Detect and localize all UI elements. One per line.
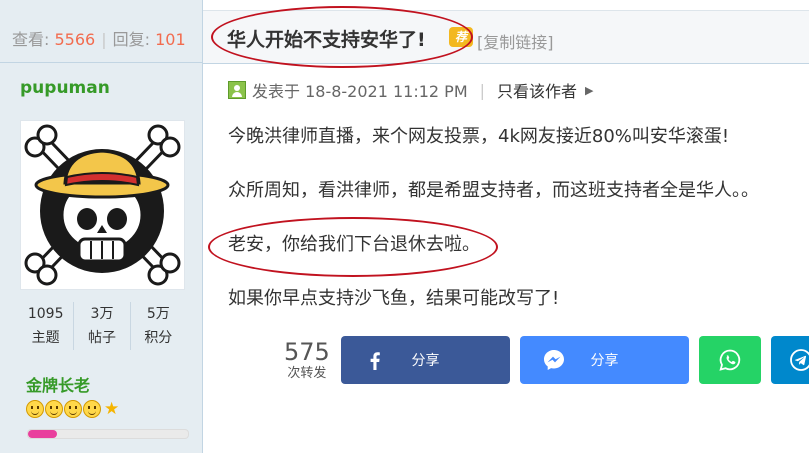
telegram-share-button[interactable] <box>771 336 809 384</box>
star-level-icon: ★ <box>104 399 120 419</box>
views-label: 查看: <box>12 30 50 49</box>
share-count-label: 次转发 <box>287 366 327 381</box>
post-body: 今晚洪律师直播，来个网友投票，4k网友接近80%叫安华滚蛋! 众所周知，看洪律师… <box>228 124 803 312</box>
copy-link-button[interactable]: [复制链接] <box>477 29 554 53</box>
whatsapp-share-button[interactable] <box>699 336 761 384</box>
avatar[interactable] <box>20 120 185 290</box>
divider: | <box>101 30 107 49</box>
smiley-level-icon <box>83 400 101 418</box>
replies-label: 回复: <box>112 30 151 49</box>
post-date: 发表于 18-8-2021 11:12 PM <box>252 82 468 101</box>
author-only-link[interactable]: 只看该作者 <box>497 78 577 102</box>
stat-value: 5万 <box>146 306 170 322</box>
smiley-level-icon <box>45 400 63 418</box>
smiley-level-icon <box>64 400 82 418</box>
stat-posts[interactable]: 3万 帖子 <box>73 302 129 350</box>
stat-label: 积分 <box>144 330 173 346</box>
messenger-icon <box>542 348 566 376</box>
chevron-right-icon: ▶ <box>585 83 594 97</box>
author-name[interactable]: pupuman <box>20 78 110 98</box>
smiley-level-icon <box>26 400 44 418</box>
author-stats: 1095 主题 3万 帖子 5万 积分 <box>18 302 186 350</box>
replies-count: 101 <box>155 30 186 49</box>
user-rank: 金牌长老 <box>26 376 91 395</box>
facebook-icon <box>363 348 387 376</box>
post-paragraph: 众所周知，看洪律师，都是希盟支持者，而这班支持者全是华人。。 <box>228 180 759 201</box>
level-progress-fill <box>28 430 57 438</box>
post-meta: 发表于 18-8-2021 11:12 PM | 只看该作者 ▶ <box>228 78 594 102</box>
facebook-share-button[interactable]: 分享 <box>341 336 510 384</box>
annotation-ellipse-title <box>211 6 473 68</box>
level-icons: ★ <box>26 400 119 418</box>
jolly-roger-avatar-image <box>24 124 181 286</box>
stat-label: 帖子 <box>87 330 116 346</box>
stat-points[interactable]: 5万 积分 <box>129 302 186 350</box>
stat-label: 主题 <box>31 330 60 346</box>
post-paragraph: 今晚洪律师直播，来个网友投票，4k网友接近80%叫安华滚蛋! <box>228 126 730 147</box>
views-count: 5566 <box>54 30 96 49</box>
whatsapp-icon <box>718 348 742 376</box>
thread-stats: 查看: 5566 | 回复: 101 <box>0 0 202 63</box>
post-paragraph: 老安，你给我们下台退休去啦。 <box>228 234 480 255</box>
stat-value: 3万 <box>90 306 114 322</box>
messenger-share-button[interactable]: 分享 <box>520 336 689 384</box>
level-progress-bar <box>27 429 189 439</box>
telegram-icon <box>789 348 809 376</box>
user-online-icon <box>228 81 246 99</box>
share-count: 575 次转发 <box>284 338 330 382</box>
post-paragraph: 如果你早点支持沙飞鱼，结果可能改写了! <box>228 288 560 309</box>
share-count-value: 575 <box>284 338 330 366</box>
stat-topics[interactable]: 1095 主题 <box>18 302 73 350</box>
stat-value: 1095 <box>27 306 64 322</box>
divider: | <box>479 80 486 100</box>
